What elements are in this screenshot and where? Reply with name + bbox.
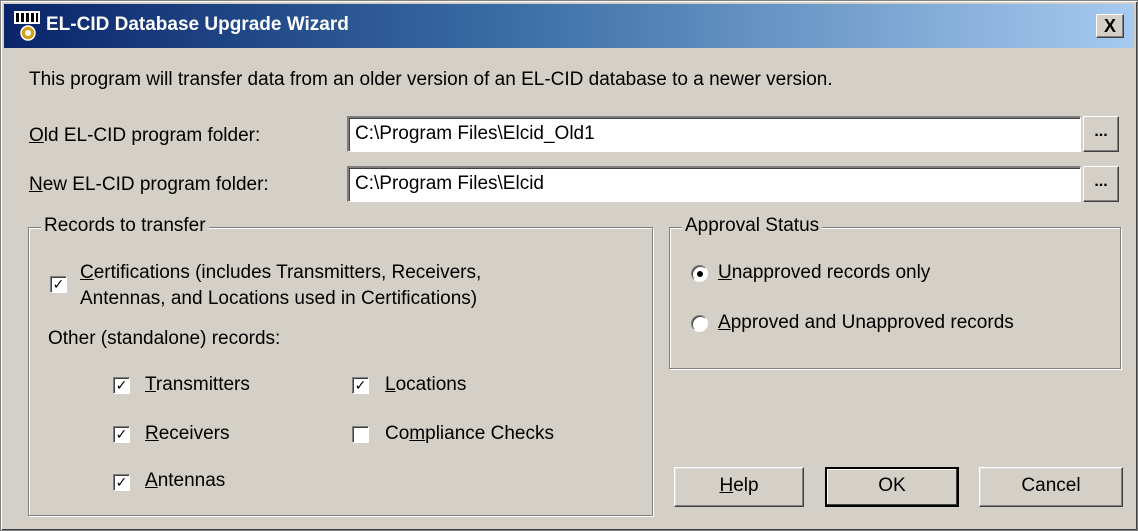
title-bar[interactable]: EL-CID Database Upgrade Wizard X <box>4 4 1134 48</box>
other-records-label: Other (standalone) records: <box>48 328 281 349</box>
receivers-label: Receivers <box>145 423 229 445</box>
wizard-window: EL-CID Database Upgrade Wizard X This pr… <box>0 0 1138 531</box>
certifications-text: ertifications (includes Transmitters, Re… <box>93 262 482 283</box>
certifications-label-line1: Certifications (includes Transmitters, R… <box>80 262 481 284</box>
compliance-checks-checkbox[interactable] <box>352 426 369 443</box>
radio-selected-dot <box>697 271 703 277</box>
antennas-accel: A <box>145 470 158 491</box>
unapproved-text: napproved records only <box>731 262 931 283</box>
compliance-checks-label: Compliance Checks <box>385 423 554 445</box>
old-folder-label-text: ld EL-CID program folder: <box>43 125 261 146</box>
check-mark-icon: ✓ <box>354 377 367 393</box>
locations-text: ocations <box>395 374 467 395</box>
check-mark-icon: ✓ <box>115 426 128 442</box>
antennas-checkbox[interactable]: ✓ <box>113 474 130 491</box>
unapproved-accel: U <box>718 262 732 283</box>
new-folder-label: New EL-CID program folder: <box>29 174 269 196</box>
app-logo-icon <box>14 11 40 41</box>
compliance-text-start: Co <box>385 423 410 444</box>
receivers-checkbox[interactable]: ✓ <box>113 426 130 443</box>
transmitters-checkbox[interactable]: ✓ <box>113 377 130 394</box>
certifications-label-line2: Antennas, and Locations used in Certific… <box>80 288 478 309</box>
old-folder-input[interactable]: C:\Program Files\Elcid_Old1 <box>347 116 1081 152</box>
old-folder-label-accel: O <box>29 125 44 146</box>
certifications-checkbox[interactable]: ✓ <box>50 276 67 293</box>
old-folder-label: Old EL-CID program folder: <box>29 125 260 147</box>
transmitters-label: Transmitters <box>145 374 250 396</box>
check-mark-icon: ✓ <box>115 377 128 393</box>
help-accel: H <box>719 475 734 496</box>
check-mark-icon: ✓ <box>52 276 65 292</box>
intro-text: This program will transfer data from an … <box>29 69 833 90</box>
certifications-accel: C <box>80 262 94 283</box>
close-icon: X <box>1103 16 1116 36</box>
receivers-accel: R <box>145 423 159 444</box>
ok-button[interactable]: OK <box>825 467 959 507</box>
locations-accel: L <box>385 374 396 395</box>
antennas-label: Antennas <box>145 470 225 492</box>
approved-text: pproved and Unapproved records <box>730 312 1014 333</box>
new-folder-input[interactable]: C:\Program Files\Elcid <box>347 166 1081 202</box>
check-mark-icon: ✓ <box>115 474 128 490</box>
help-text: elp <box>733 475 759 496</box>
transmitters-text: ransmitters <box>155 374 250 395</box>
locations-label: Locations <box>385 374 466 396</box>
locations-checkbox[interactable]: ✓ <box>352 377 369 394</box>
records-group-title: Records to transfer <box>41 215 209 237</box>
new-folder-label-accel: N <box>29 174 43 195</box>
unapproved-only-radio[interactable] <box>691 265 708 282</box>
transmitters-accel: T <box>145 374 156 395</box>
help-button[interactable]: Help <box>674 467 804 507</box>
antennas-text: ntennas <box>157 470 226 491</box>
approved-and-unapproved-radio[interactable] <box>691 315 708 332</box>
approved-and-unapproved-label: Approved and Unapproved records <box>718 312 1014 334</box>
close-button[interactable]: X <box>1096 14 1124 38</box>
receivers-text: eceivers <box>158 423 230 444</box>
approval-group <box>669 227 1121 369</box>
compliance-text-rest: pliance Checks <box>425 423 554 444</box>
window-title: EL-CID Database Upgrade Wizard <box>46 14 349 35</box>
unapproved-only-label: Unapproved records only <box>718 262 930 284</box>
old-folder-browse-button[interactable]: ... <box>1083 116 1119 152</box>
compliance-accel: m <box>409 423 426 444</box>
new-folder-label-text: ew EL-CID program folder: <box>42 174 269 195</box>
approved-accel: A <box>718 312 731 333</box>
cancel-button[interactable]: Cancel <box>979 467 1123 507</box>
new-folder-browse-button[interactable]: ... <box>1083 166 1119 202</box>
approval-group-title: Approval Status <box>682 215 823 237</box>
